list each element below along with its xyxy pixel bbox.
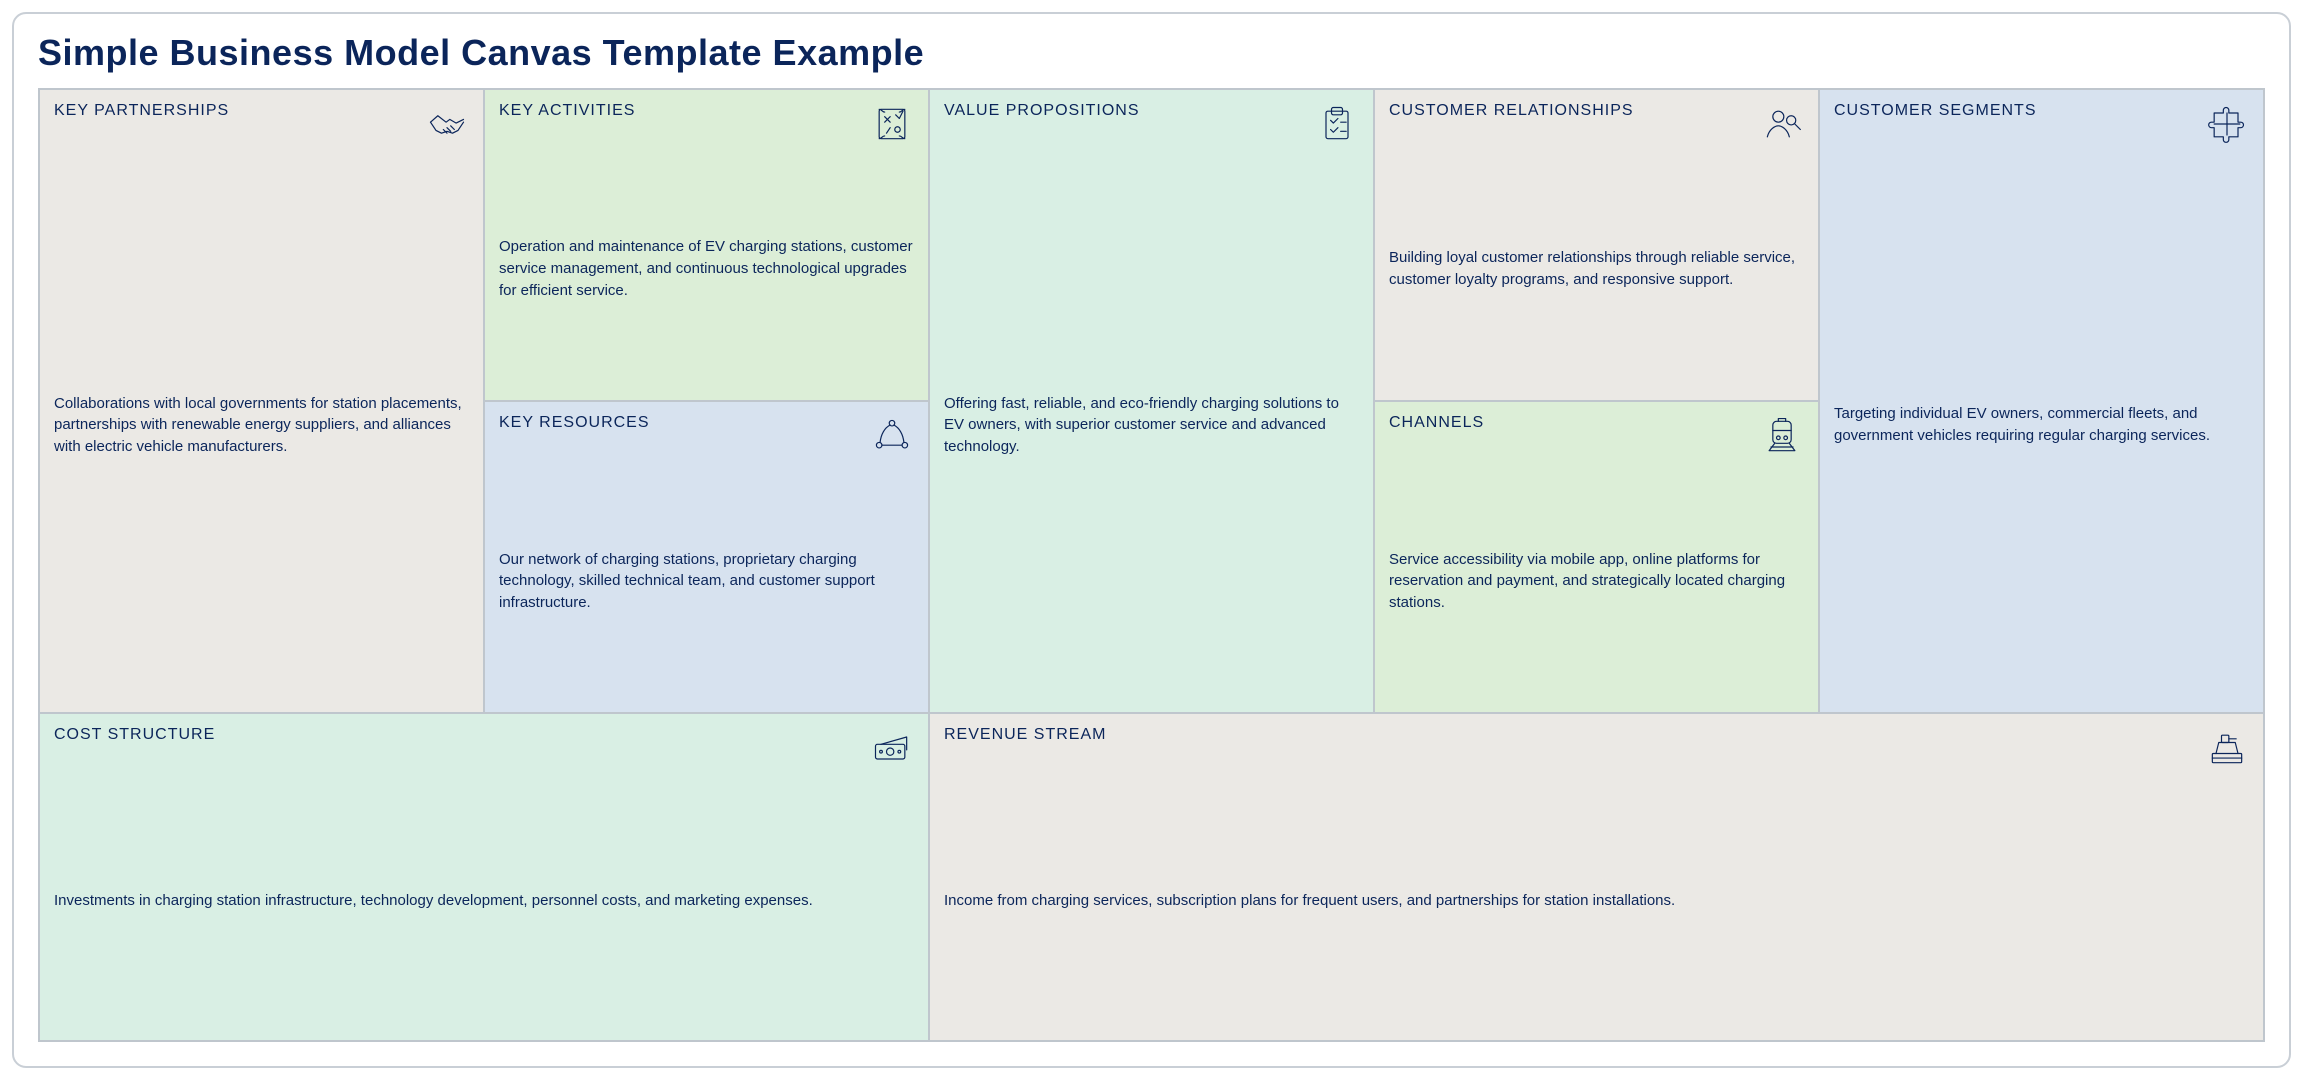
cell-title-revenue-stream: REVENUE STREAM [944, 726, 1106, 744]
cell-title-channels: CHANNELS [1389, 414, 1484, 432]
canvas-frame: Simple Business Model Canvas Template Ex… [12, 12, 2291, 1068]
cell-key-partnerships: KEY PARTNERSHIPS Collaborations with loc… [39, 89, 484, 713]
cell-title-key-resources: KEY RESOURCES [499, 414, 650, 432]
cell-body-value-propositions: Offering fast, reliable, and eco-friendl… [944, 393, 1359, 458]
page-title: Simple Business Model Canvas Template Ex… [38, 32, 2265, 74]
cell-title-key-partnerships: KEY PARTNERSHIPS [54, 102, 229, 120]
cell-value-propositions: VALUE PROPOSITIONS Offering fast, reliab… [929, 89, 1374, 713]
cell-title-customer-segments: CUSTOMER SEGMENTS [1834, 102, 2037, 120]
cell-body-key-resources: Our network of charging stations, propri… [499, 549, 914, 614]
cell-revenue-stream: REVENUE STREAM Income from charging serv… [929, 713, 2264, 1041]
cell-cost-structure: COST STRUCTURE Investments in charging s… [39, 713, 929, 1041]
cell-key-resources: KEY RESOURCES Our network of charging st… [484, 401, 929, 713]
cash-register-icon [2205, 726, 2249, 770]
cell-body-customer-relationships: Building loyal customer relationships th… [1389, 247, 1804, 291]
cell-channels: CHANNELS Service accessibility via mobil… [1374, 401, 1819, 713]
cell-customer-segments: CUSTOMER SEGMENTS Targeting individual E… [1819, 89, 2264, 713]
cell-customer-relationships: CUSTOMER RELATIONSHIPS Building loyal cu… [1374, 89, 1819, 401]
business-model-canvas: KEY PARTNERSHIPS Collaborations with loc… [38, 88, 2265, 1042]
clipboard-check-icon [1315, 102, 1359, 146]
cell-title-key-activities: KEY ACTIVITIES [499, 102, 635, 120]
user-search-icon [1760, 102, 1804, 146]
cell-title-value-propositions: VALUE PROPOSITIONS [944, 102, 1140, 120]
cell-title-cost-structure: COST STRUCTURE [54, 726, 215, 744]
cell-body-cost-structure: Investments in charging station infrastr… [54, 890, 813, 912]
cell-body-channels: Service accessibility via mobile app, on… [1389, 549, 1804, 614]
cell-body-revenue-stream: Income from charging services, subscript… [944, 890, 1675, 912]
strategy-board-icon [870, 102, 914, 146]
cell-title-customer-relationships: CUSTOMER RELATIONSHIPS [1389, 102, 1634, 120]
train-icon [1760, 414, 1804, 458]
cash-icon [870, 726, 914, 770]
cell-body-key-partnerships: Collaborations with local governments fo… [54, 393, 469, 458]
puzzle-icon [2205, 102, 2249, 146]
cell-key-activities: KEY ACTIVITIES Operation and maintenance… [484, 89, 929, 401]
network-nodes-icon [870, 414, 914, 458]
handshake-icon [425, 102, 469, 146]
cell-body-key-activities: Operation and maintenance of EV charging… [499, 236, 914, 301]
cell-body-customer-segments: Targeting individual EV owners, commerci… [1834, 403, 2249, 447]
